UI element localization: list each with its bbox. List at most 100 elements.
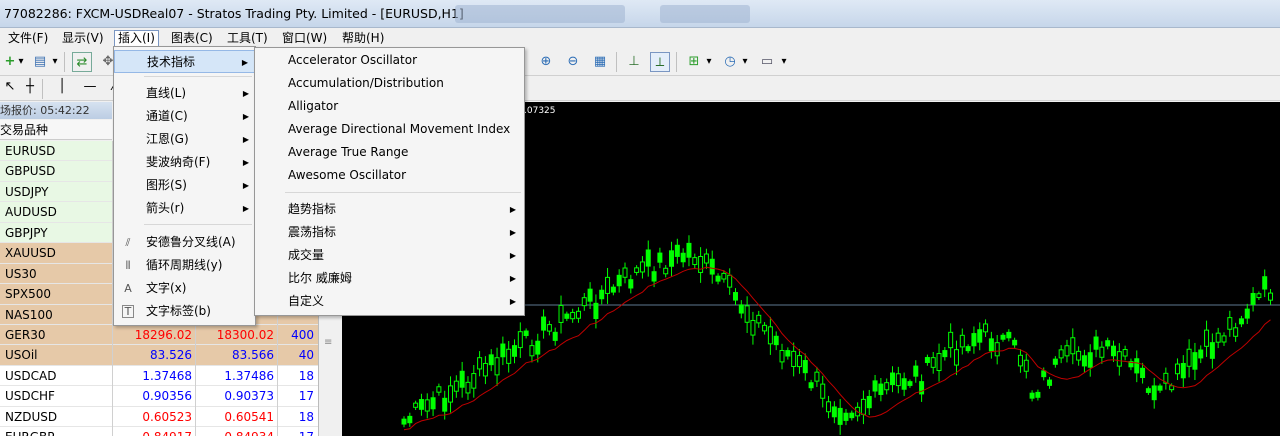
market-watch-row[interactable]: EURGBP 0.84917 0.84934 17 [0, 427, 318, 436]
auto-scroll-icon[interactable]: ⟂ [650, 52, 670, 72]
indicator-menu-item[interactable]: 震荡指标 ▶ [255, 221, 524, 244]
market-watch-row[interactable]: USOil 83.526 83.566 40 [0, 345, 318, 366]
market-watch-icon[interactable]: ⇄ [72, 52, 92, 72]
insert-menu-item[interactable]: 图形(S) ▶ [114, 174, 255, 197]
market-watch-column-header[interactable]: 交易品种 [0, 120, 112, 140]
symbol-cell: AUDUSD [5, 205, 57, 220]
background-tab[interactable] [455, 5, 625, 23]
insert-menu-item[interactable]: 江恩(G) ▶ [114, 128, 255, 151]
submenu-arrow-icon: ▶ [509, 228, 516, 237]
candle-body [669, 250, 675, 267]
vertical-line-icon[interactable]: │ [52, 77, 72, 97]
templates-icon[interactable]: ▭ [757, 52, 777, 72]
candle-body [663, 267, 669, 275]
candle-body [1116, 351, 1122, 367]
indicator-menu-item[interactable]: 自定义 ▶ [255, 290, 524, 313]
candle-body [605, 276, 611, 294]
menu-file[interactable]: 文件(F) [5, 30, 51, 47]
crosshair-icon[interactable]: ┼ [20, 77, 40, 97]
candle-body [983, 323, 989, 333]
candle-body [418, 399, 424, 410]
indicator-menu-item[interactable]: Accumulation/Distribution [255, 72, 524, 95]
insert-menu-item[interactable]: 通道(C) ▶ [114, 105, 255, 128]
dropdown-arrow-icon[interactable]: ▾ [50, 52, 60, 72]
menu-item-label: 江恩(G) [146, 132, 189, 146]
candle-body [1262, 276, 1268, 290]
indicator-menu-item[interactable]: Average Directional Movement Index [255, 118, 524, 141]
indicator-menu-item[interactable]: 成交量 ▶ [255, 244, 524, 267]
candle-body [948, 331, 954, 349]
indicator-menu-item[interactable]: 趋势指标 ▶ [255, 198, 524, 221]
candle-body [494, 357, 500, 376]
candle-body [1140, 367, 1146, 379]
candle-body [796, 355, 802, 368]
candle-body [459, 370, 465, 388]
bid-cell: 18296.02 [134, 327, 192, 342]
spread-cell: 40 [298, 348, 314, 363]
insert-menu-item[interactable]: 技术指标 ▶ [114, 50, 255, 73]
market-watch-time: 场报价: 05:42:22 [0, 104, 90, 117]
menu-view[interactable]: 显示(V) [59, 30, 107, 47]
market-watch-row[interactable]: USDCHF 0.90356 0.90373 17 [0, 386, 318, 407]
candle-body [953, 349, 959, 366]
symbol-cell: GBPUSD [5, 164, 56, 179]
zoom-out-icon[interactable]: ⊖ [563, 52, 583, 72]
insert-menu-item[interactable]: A 文字(x) [114, 277, 255, 300]
cursor-icon[interactable]: ↖ [0, 77, 20, 97]
submenu-arrow-icon: ▶ [242, 181, 249, 190]
insert-menu-item[interactable]: 斐波纳奇(F) ▶ [114, 151, 255, 174]
candle-body [628, 279, 634, 289]
cycle-lines-icon: ⦀ [125, 259, 131, 272]
dropdown-arrow-icon[interactable]: ▾ [779, 52, 789, 72]
candle-body [570, 311, 576, 320]
candle-body [924, 357, 930, 363]
dropdown-arrow-icon[interactable]: ▾ [740, 52, 750, 72]
menu-window[interactable]: 窗口(W) [279, 30, 330, 47]
candle-body [1058, 349, 1064, 359]
candle-body [703, 253, 709, 264]
menu-charts[interactable]: 图表(C) [168, 30, 216, 47]
menu-tools[interactable]: 工具(T) [224, 30, 271, 47]
market-watch-row[interactable]: NZDUSD 0.60523 0.60541 18 [0, 406, 318, 428]
candle-body [971, 333, 977, 347]
submenu-arrow-icon: ▶ [509, 205, 516, 214]
candle-body [517, 331, 523, 349]
menu-insert[interactable]: 插入(I) [114, 30, 159, 47]
indicator-menu-item[interactable]: 比尔 威廉姆 ▶ [255, 267, 524, 290]
periods-clock-icon[interactable]: ◷ [720, 52, 740, 72]
symbol-cell: USOil [5, 348, 38, 363]
indicator-menu-item[interactable]: Average True Range [255, 141, 524, 164]
dropdown-arrow-icon[interactable]: ▾ [16, 52, 26, 72]
background-tab[interactable] [660, 5, 750, 23]
chart-shift-icon[interactable]: ⊥ [624, 52, 644, 72]
insert-menu-item[interactable]: T 文字标签(b) [114, 300, 255, 323]
candle-body [808, 382, 814, 389]
horizontal-line-icon[interactable]: — [80, 77, 100, 97]
candle-body [820, 383, 826, 399]
insert-menu-item[interactable]: 直线(L) ▶ [114, 82, 255, 105]
submenu-arrow-icon: ▶ [242, 112, 249, 121]
profiles-icon[interactable]: ▤ [30, 52, 50, 72]
insert-menu-item[interactable]: ⫽ 安德鲁分叉线(A) [114, 231, 255, 254]
insert-menu-item[interactable]: ⦀ 循环周期线(y) [114, 254, 255, 277]
indicator-menu-item[interactable]: Accelerator Oscillator [255, 49, 524, 72]
candle-body [1047, 379, 1053, 386]
indicators-icon[interactable]: ⊞ [684, 52, 704, 72]
indicator-menu-item[interactable]: Alligator [255, 95, 524, 118]
candle-body [913, 365, 919, 377]
candle-body [1041, 370, 1047, 378]
toolbar-separator [42, 79, 43, 99]
menu-item-label: Awesome Oscillator [288, 168, 407, 182]
menu-help[interactable]: 帮助(H) [339, 30, 387, 47]
dropdown-arrow-icon[interactable]: ▾ [704, 52, 714, 72]
zoom-in-icon[interactable]: ⊕ [536, 52, 556, 72]
market-watch-row[interactable]: GER30 18296.02 18300.02 400 [0, 324, 318, 346]
candle-body [1221, 335, 1227, 343]
indicator-menu-item[interactable]: Awesome Oscillator [255, 164, 524, 187]
insert-menu-item[interactable]: 箭头(r) ▶ [114, 197, 255, 220]
tile-windows-icon[interactable]: ▦ [590, 52, 610, 72]
market-watch-row[interactable]: USDCAD 1.37468 1.37486 18 [0, 365, 318, 387]
text-label-icon: T [122, 305, 134, 318]
candle-body [674, 244, 680, 257]
candle-body [546, 324, 552, 332]
